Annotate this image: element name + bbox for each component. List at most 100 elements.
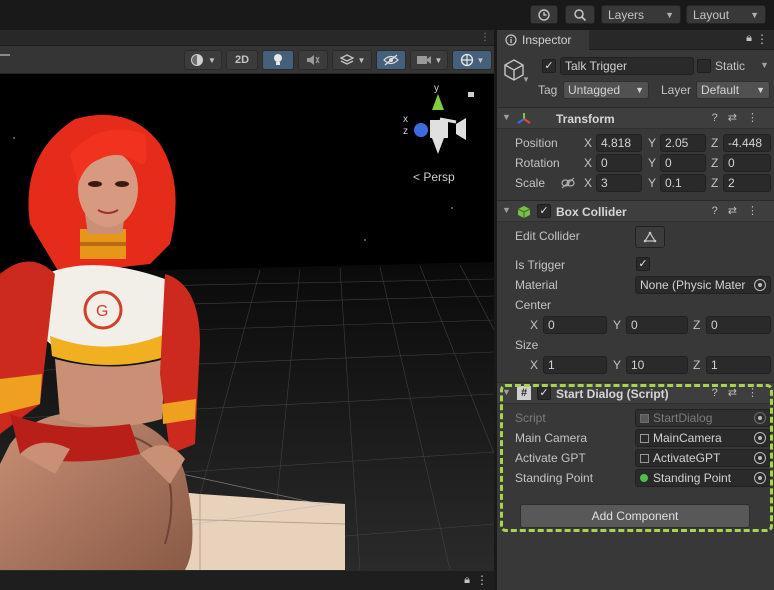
search-button[interactable] — [565, 5, 595, 24]
more-icon[interactable]: ⋮ — [480, 32, 490, 43]
component-header-icons[interactable]: ?⇄⋮ — [712, 204, 768, 217]
lock-icon[interactable]: 🔒︎ — [464, 574, 470, 587]
scene-visibility-toggle[interactable] — [376, 50, 406, 70]
box-collider-icon — [517, 206, 531, 218]
rotation-z-label: Z — [711, 156, 719, 170]
rotation-label: Rotation — [515, 156, 560, 170]
layout-dropdown[interactable]: Layout ▼ — [686, 5, 766, 24]
toggle-2d-button[interactable]: 2D — [226, 50, 258, 70]
scale-z-input[interactable]: 2 — [723, 174, 771, 192]
shading-sphere-icon — [191, 54, 204, 66]
size-label: Size — [515, 338, 539, 352]
gizmos-dropdown[interactable]: ▼ — [452, 50, 492, 70]
standing-point-field[interactable]: Standing Point — [635, 469, 771, 487]
start-dialog-enabled-checkbox[interactable]: ✓ — [537, 386, 551, 400]
lighting-toggle[interactable] — [262, 50, 294, 70]
scene-render: G y x z < Persp — [0, 74, 494, 570]
box-collider-header[interactable]: ▼ ✓ Box Collider ?⇄⋮ — [497, 200, 774, 222]
object-picker-icon[interactable] — [754, 452, 766, 464]
effects-dropdown[interactable]: ▼ — [332, 50, 372, 70]
edit-collider-label: Edit Collider — [515, 229, 580, 243]
tag-value: Untagged — [568, 83, 621, 97]
position-x-input[interactable]: 4.818 — [596, 134, 642, 152]
object-picker-icon[interactable] — [754, 472, 766, 484]
chevron-down-icon[interactable]: ▼ — [522, 75, 530, 84]
size-x-input[interactable]: 1 — [543, 356, 607, 374]
scene-footer: 🔒︎ ⋮ — [0, 570, 494, 590]
component-header-icons[interactable]: ?⇄⋮ — [712, 386, 768, 399]
is-trigger-label: Is Trigger — [515, 258, 566, 272]
center-x-input[interactable]: 0 — [543, 316, 607, 334]
size-z-input[interactable]: 1 — [706, 356, 771, 374]
object-picker-icon[interactable] — [754, 432, 766, 444]
size-y-label: Y — [613, 358, 622, 372]
main-camera-field[interactable]: MainCamera — [635, 429, 771, 447]
toolbar-handle — [0, 54, 10, 56]
layer-label: Layer — [661, 83, 692, 97]
rotation-y-input[interactable]: 0 — [660, 154, 706, 172]
more-icon[interactable]: ⋮ — [476, 573, 488, 587]
chevron-down-icon: ▼ — [750, 9, 759, 20]
projection-label[interactable]: < Persp — [413, 170, 455, 184]
layers-dropdown[interactable]: Layers ▼ — [601, 5, 681, 24]
start-dialog-header[interactable]: ▼ # ✓ Start Dialog (Script) ?⇄⋮ — [497, 382, 774, 404]
center-y-input[interactable]: 0 — [626, 316, 688, 334]
inspector-tab-bar: Inspector 🔒︎ ⋮ — [497, 30, 774, 50]
effects-layers-icon — [339, 54, 354, 65]
static-checkbox[interactable] — [697, 59, 711, 73]
transform-title: Transform — [556, 112, 615, 126]
position-y-input[interactable]: 2.05 — [660, 134, 706, 152]
edit-collider-button[interactable] — [635, 226, 665, 248]
gameobject-cube-icon — [640, 433, 649, 443]
rotation-z-input[interactable]: 0 — [723, 154, 771, 172]
layer-dropdown[interactable]: Default ▼ — [696, 81, 770, 99]
script-label: Script — [515, 411, 546, 425]
size-y-input[interactable]: 10 — [626, 356, 688, 374]
scale-label: Scale — [515, 176, 546, 190]
scale-y-input[interactable]: 0.1 — [660, 174, 706, 192]
material-label: Material — [515, 278, 558, 292]
transform-header[interactable]: ▼ Transform ?⇄⋮ — [497, 107, 774, 129]
draw-mode-dropdown[interactable]: ▼ — [184, 50, 222, 70]
history-button[interactable] — [530, 5, 558, 24]
chevron-down-icon: ▼ — [665, 9, 674, 20]
material-field[interactable]: None (Physic Mater — [635, 276, 771, 294]
layers-label: Layers — [608, 7, 645, 22]
scale-x-input[interactable]: 3 — [596, 174, 642, 192]
is-trigger-checkbox[interactable]: ✓ — [636, 257, 650, 271]
scene-viewport[interactable]: G y x z < Persp — [0, 74, 494, 570]
tag-dropdown[interactable]: Untagged ▼ — [563, 81, 649, 99]
chevron-down-icon: ▼ — [502, 387, 511, 397]
link-scale-icon[interactable] — [561, 177, 575, 189]
scene-toolbar: ▼ 2D ▼ ▼ ▼ — [0, 46, 494, 74]
add-component-button[interactable]: Add Component — [520, 504, 750, 528]
tab-inspector[interactable]: Inspector — [497, 30, 589, 50]
center-x-label: X — [530, 318, 539, 332]
active-checkbox[interactable]: ✓ — [542, 59, 556, 73]
rotation-x-input[interactable]: 0 — [596, 154, 642, 172]
box-collider-enabled-checkbox[interactable]: ✓ — [537, 204, 551, 218]
position-label: Position — [515, 136, 558, 150]
activate-gpt-field[interactable]: ActivateGPT — [635, 449, 771, 467]
audio-toggle[interactable] — [298, 50, 328, 70]
object-picker-icon[interactable] — [754, 279, 766, 291]
camera-settings-dropdown[interactable]: ▼ — [410, 50, 448, 70]
more-icon[interactable]: ⋮ — [756, 32, 768, 46]
center-z-input[interactable]: 0 — [706, 316, 771, 334]
lock-icon[interactable]: 🔒︎ — [746, 32, 752, 45]
position-x-label: X — [584, 136, 593, 150]
chevron-down-icon[interactable]: ▼ — [760, 60, 769, 70]
object-name-input[interactable]: Talk Trigger — [560, 57, 694, 75]
size-x-label: X — [530, 358, 539, 372]
position-z-input[interactable]: -4.448 — [723, 134, 771, 152]
standing-point-value: Standing Point — [653, 471, 732, 485]
gizmo-y-label: y — [434, 83, 439, 94]
start-dialog-title: Start Dialog (Script) — [556, 387, 669, 401]
eye-slash-icon — [383, 54, 399, 66]
top-toolbar: Layers ▼ Layout ▼ — [0, 0, 774, 30]
chevron-down-icon: ▼ — [357, 55, 366, 65]
script-file-icon — [640, 413, 649, 423]
edit-collider-icon — [643, 231, 657, 243]
camera-icon — [416, 56, 431, 64]
component-header-icons[interactable]: ?⇄⋮ — [712, 111, 768, 124]
